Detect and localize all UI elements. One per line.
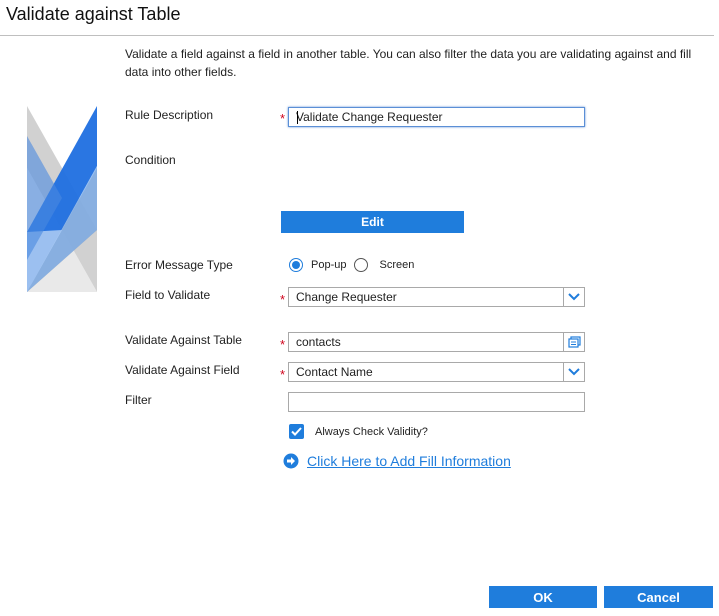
popup-radio[interactable]: [289, 258, 303, 272]
table-lookup-icon: [567, 336, 581, 348]
validate-against-field-label: Validate Against Field: [125, 363, 240, 377]
filter-input[interactable]: [288, 392, 585, 412]
edit-condition-button[interactable]: Edit: [281, 211, 464, 233]
required-marker: *: [280, 292, 286, 307]
required-marker: *: [280, 367, 286, 382]
fill-info-row: Click Here to Add Fill Information: [283, 453, 511, 469]
cancel-button[interactable]: Cancel: [604, 586, 713, 608]
popup-radio-label: Pop-up: [311, 259, 347, 271]
validate-against-field-value: Contact Name: [296, 365, 373, 379]
error-message-type-group: Pop-up Screen: [289, 258, 414, 272]
rule-description-value: Validate Change Requester: [296, 110, 443, 124]
dropdown-button[interactable]: [563, 363, 584, 381]
screen-radio[interactable]: [354, 258, 369, 272]
add-fill-information-link[interactable]: Click Here to Add Fill Information: [307, 453, 511, 469]
validate-against-table-value: contacts: [296, 335, 341, 349]
always-check-row: Always Check Validity?: [289, 424, 428, 439]
chevron-down-icon: [568, 368, 580, 376]
filter-label: Filter: [125, 393, 152, 407]
field-to-validate-label: Field to Validate: [125, 288, 211, 302]
dropdown-button[interactable]: [563, 288, 584, 306]
intro-text: Validate a field against a field in anot…: [125, 47, 692, 79]
arrow-circle-right-icon[interactable]: [283, 453, 299, 469]
always-check-label: Always Check Validity?: [315, 425, 428, 438]
table-picker-button[interactable]: [563, 333, 584, 351]
chevron-down-icon: [568, 293, 580, 301]
validate-against-table-input[interactable]: contacts: [288, 332, 585, 352]
validate-against-table-label: Validate Against Table: [125, 333, 242, 347]
validate-against-field-select[interactable]: Contact Name: [288, 362, 585, 382]
rule-description-label: Rule Description: [125, 108, 214, 122]
text-caret: [297, 111, 298, 124]
required-marker: *: [280, 337, 286, 352]
ok-button[interactable]: OK: [489, 586, 597, 608]
error-message-type-label: Error Message Type: [125, 258, 233, 272]
field-to-validate-value: Change Requester: [296, 290, 397, 304]
title-divider: [0, 35, 714, 36]
required-marker: *: [280, 111, 286, 126]
condition-label: Condition: [125, 153, 176, 167]
decorative-graphic: [27, 106, 97, 292]
field-to-validate-select[interactable]: Change Requester: [288, 287, 585, 307]
dialog-title: Validate against Table: [6, 4, 181, 24]
screen-radio-label: Screen: [379, 259, 415, 271]
always-check-checkbox[interactable]: [289, 424, 304, 439]
checkmark-icon: [291, 427, 302, 436]
rule-description-input[interactable]: Validate Change Requester: [288, 107, 585, 127]
